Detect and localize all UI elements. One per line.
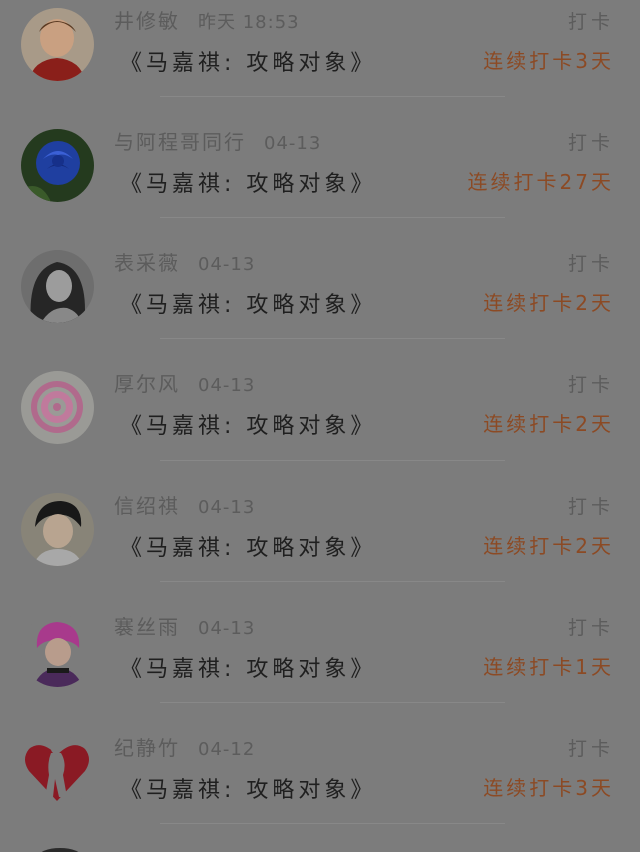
- username[interactable]: 信绍祺: [114, 490, 180, 519]
- meta-line: 井修敏 昨天 18:53: [114, 5, 300, 33]
- book-title[interactable]: 《马嘉祺: 攻略对象》: [120, 408, 376, 440]
- timestamp: 04-13: [198, 375, 256, 396]
- checkin-label: 打卡: [567, 132, 614, 154]
- divider: [160, 338, 505, 339]
- timestamp: 04-12: [198, 739, 256, 760]
- user-avatar[interactable]: [21, 371, 94, 444]
- meta-line: 纪静竹 04-12: [114, 732, 255, 760]
- divider: [160, 96, 505, 97]
- meta-line: 厚尔风 04-13: [114, 368, 255, 396]
- user-avatar[interactable]: [21, 8, 94, 81]
- next-item-avatar-peek: [38, 848, 82, 852]
- divider: [160, 823, 505, 824]
- username[interactable]: 井修敏: [114, 5, 180, 34]
- blue-rose-icon: [21, 129, 94, 202]
- user-avatar[interactable]: [21, 129, 94, 202]
- checkin-item[interactable]: 信绍祺 04-13 打卡 《马嘉祺: 攻略对象》 连续打卡2天: [0, 470, 640, 591]
- streak-count: 连续打卡27天: [467, 170, 614, 194]
- woman-photo-icon: [21, 250, 94, 323]
- checkin-label: 打卡: [567, 374, 614, 396]
- checkin-label: 打卡: [567, 738, 614, 760]
- checkin-item[interactable]: 表采薇 04-13 打卡 《马嘉祺: 攻略对象》 连续打卡2天: [0, 227, 640, 348]
- child-photo-icon: [21, 8, 94, 81]
- man-photo-icon: [21, 493, 94, 566]
- divider: [160, 581, 505, 582]
- checkin-label: 打卡: [567, 11, 614, 33]
- book-title[interactable]: 《马嘉祺: 攻略对象》: [120, 45, 376, 77]
- timestamp: 04-13: [198, 618, 256, 639]
- checkin-item[interactable]: 井修敏 昨天 18:53 打卡 《马嘉祺: 攻略对象》 连续打卡3天: [0, 0, 640, 106]
- user-avatar[interactable]: [21, 735, 94, 808]
- book-title[interactable]: 《马嘉祺: 攻略对象》: [120, 772, 376, 804]
- checkin-item[interactable]: 褰丝雨 04-13 打卡 《马嘉祺: 攻略对象》 连续打卡1天: [0, 591, 640, 712]
- book-title[interactable]: 《马嘉祺: 攻略对象》: [120, 166, 376, 198]
- red-heart-couple-icon: [21, 735, 94, 808]
- username[interactable]: 与阿程哥同行: [114, 126, 246, 155]
- streak-count: 连续打卡2天: [483, 534, 614, 558]
- meta-line: 表采薇 04-13: [114, 247, 255, 275]
- user-avatar[interactable]: [21, 250, 94, 323]
- username[interactable]: 褰丝雨: [114, 611, 180, 640]
- timestamp: 昨天 18:53: [198, 12, 300, 33]
- divider: [160, 460, 505, 461]
- checkin-item[interactable]: 纪静竹 04-12 打卡 《马嘉祺: 攻略对象》 连续打卡3天: [0, 712, 640, 833]
- book-title[interactable]: 《马嘉祺: 攻略对象》: [120, 651, 376, 683]
- user-avatar[interactable]: [21, 614, 94, 687]
- meta-line: 褰丝雨 04-13: [114, 611, 255, 639]
- streak-count: 连续打卡1天: [483, 655, 614, 679]
- streak-count: 连续打卡2天: [483, 412, 614, 436]
- checkin-label: 打卡: [567, 496, 614, 518]
- checkin-item[interactable]: 厚尔风 04-13 打卡 《马嘉祺: 攻略对象》 连续打卡2天: [0, 348, 640, 469]
- divider: [160, 702, 505, 703]
- meta-line: 与阿程哥同行 04-13: [114, 126, 321, 154]
- username[interactable]: 厚尔风: [114, 368, 180, 397]
- user-avatar[interactable]: [21, 493, 94, 566]
- streak-count: 连续打卡2天: [483, 291, 614, 315]
- username[interactable]: 表采薇: [114, 247, 180, 276]
- book-title[interactable]: 《马嘉祺: 攻略对象》: [120, 287, 376, 319]
- streak-count: 连续打卡3天: [483, 776, 614, 800]
- username[interactable]: 纪静竹: [114, 732, 180, 761]
- streak-count: 连续打卡3天: [483, 49, 614, 73]
- timestamp: 04-13: [264, 133, 322, 154]
- meta-line: 信绍祺 04-13: [114, 490, 255, 518]
- checkin-label: 打卡: [567, 617, 614, 639]
- timestamp: 04-13: [198, 254, 256, 275]
- timestamp: 04-13: [198, 497, 256, 518]
- divider: [160, 217, 505, 218]
- checkin-label: 打卡: [567, 253, 614, 275]
- checkin-feed: 井修敏 昨天 18:53 打卡 《马嘉祺: 攻略对象》 连续打卡3天 与阿程哥同…: [0, 0, 640, 852]
- flower-pattern-icon: [21, 371, 94, 444]
- anime-character-icon: [21, 614, 94, 687]
- book-title[interactable]: 《马嘉祺: 攻略对象》: [120, 530, 376, 562]
- checkin-item[interactable]: 与阿程哥同行 04-13 打卡 《马嘉祺: 攻略对象》 连续打卡27天: [0, 106, 640, 227]
